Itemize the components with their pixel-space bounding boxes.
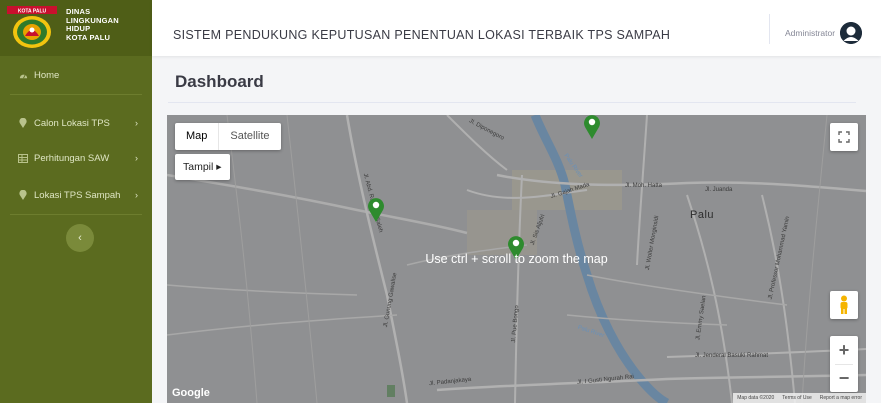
sidebar-item-label: Home [34, 69, 60, 81]
sidebar-item-label: Calon Lokasi TPS [34, 117, 110, 129]
kota-palu-logo: KOTA PALU [7, 6, 57, 48]
topbar: SISTEM PENDUKUNG KEPUTUSAN PENENTUAN LOK… [152, 0, 881, 56]
map-marker-icon [18, 118, 28, 128]
map-marker-icon [18, 190, 28, 200]
google-logo: Google [172, 387, 210, 399]
app-title: SISTEM PENDUKUNG KEPUTUSAN PENENTUAN LOK… [173, 28, 671, 42]
road-label: Jl. Moh. Hatta [625, 183, 663, 189]
tampil-button[interactable]: Tampil ▸ [175, 154, 230, 180]
user-name[interactable]: Administrator [785, 28, 835, 38]
sidebar-item-perhitungan-saw[interactable]: Perhitungan SAW › [0, 141, 152, 175]
sidebar-item-lokasi-tps-sampah[interactable]: Lokasi TPS Sampah › [0, 178, 152, 212]
report-error-link[interactable]: Report a map error [820, 393, 862, 403]
user-avatar-icon[interactable] [840, 22, 862, 44]
sidebar-divider [10, 94, 142, 95]
terms-link[interactable]: Terms of Use [782, 393, 811, 403]
sidebar: KOTA PALU DINAS LINGKUNGAN HIDUP KOTA PA… [0, 0, 152, 403]
chevron-right-icon: › [135, 153, 138, 163]
zoom-hint-text: Use ctrl + scroll to zoom the map [425, 252, 608, 266]
sidebar-toggle-button[interactable]: ‹ [66, 224, 94, 252]
street-view-button[interactable] [830, 291, 858, 319]
city-label: Palu [690, 209, 715, 221]
logo-ribbon-text: KOTA PALU [18, 8, 47, 14]
table-icon [18, 153, 28, 163]
dashboard-icon [18, 70, 28, 80]
sidebar-divider [10, 214, 142, 215]
map-marker[interactable] [367, 196, 385, 222]
road-label: Jl. Jenderal Basuki Rahmat [695, 353, 769, 359]
sidebar-item-label: Perhitungan SAW [34, 152, 110, 164]
map-type-map-button[interactable]: Map [175, 123, 220, 150]
brand-text: DINAS LINGKUNGAN HIDUP KOTA PALU [66, 7, 119, 42]
map-data-text: Map data ©2020 [737, 395, 775, 401]
pegman-icon [840, 295, 848, 314]
zoom-in-button[interactable]: + [830, 336, 858, 364]
zoom-divider [835, 364, 853, 365]
chevron-left-icon: ‹ [78, 232, 82, 244]
map-type-control: Map Satellite [175, 123, 281, 150]
app-root: KOTA PALU DINAS LINGKUNGAN HIDUP KOTA PA… [0, 0, 881, 403]
chevron-right-icon: › [135, 190, 138, 200]
map-container[interactable]: Jl. Diponegoro Jl. Moh. Hatta Jl. Juanda… [167, 115, 866, 403]
page-title: Dashboard [175, 72, 264, 91]
sidebar-brand[interactable]: KOTA PALU DINAS LINGKUNGAN HIDUP KOTA PA… [0, 0, 152, 56]
title-divider [168, 102, 856, 103]
map-marker[interactable] [583, 115, 601, 139]
sidebar-item-home[interactable]: Home [0, 58, 152, 92]
fullscreen-button[interactable] [830, 123, 858, 151]
fullscreen-icon [838, 131, 850, 143]
chevron-right-icon: › [135, 118, 138, 128]
zoom-control: + − [830, 336, 858, 392]
map-attribution: Map data ©2020 Terms of Use Report a map… [733, 393, 866, 403]
sidebar-item-calon-lokasi-tps[interactable]: Calon Lokasi TPS › [0, 106, 152, 140]
zoom-out-button[interactable]: − [830, 364, 858, 392]
map-type-satellite-button[interactable]: Satellite [219, 123, 280, 150]
sidebar-item-label: Lokasi TPS Sampah [34, 189, 121, 201]
brand-line: KOTA PALU [66, 32, 111, 42]
road-label: Jl. Juanda [705, 187, 733, 193]
topbar-divider [769, 14, 770, 44]
